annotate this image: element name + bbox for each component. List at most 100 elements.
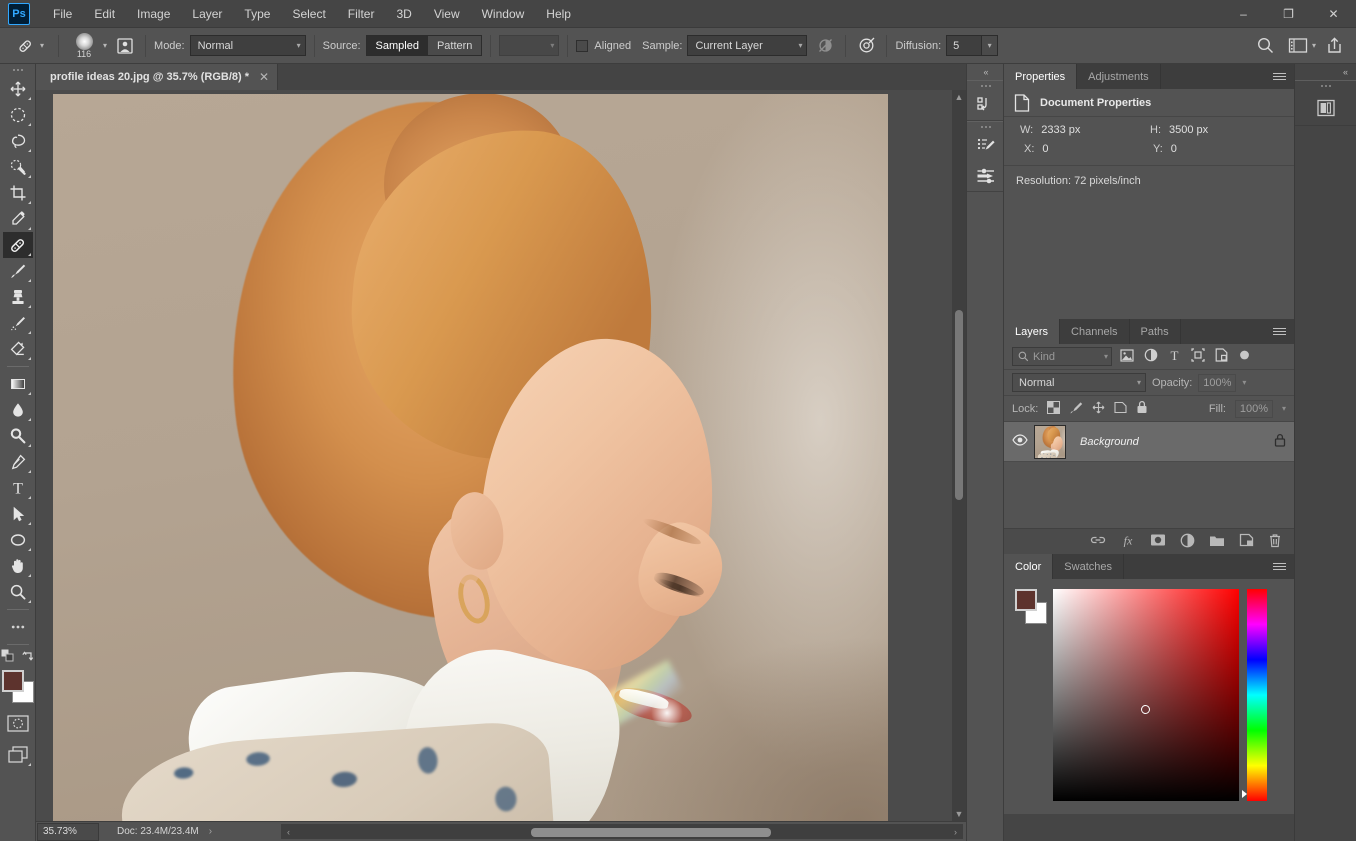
layers-empty-area[interactable]: [1004, 462, 1294, 528]
new-group-icon[interactable]: [1209, 534, 1225, 550]
scroll-down-icon[interactable]: ▼: [952, 807, 966, 821]
close-icon[interactable]: ✕: [259, 70, 269, 84]
tab-swatches[interactable]: Swatches: [1053, 554, 1124, 579]
color-foreground-swatch[interactable]: [1015, 589, 1037, 611]
layer-filter-kind-select[interactable]: Kind ▾: [1012, 347, 1112, 366]
lock-transparent-pixels-icon[interactable]: [1047, 400, 1061, 417]
gradient-tool[interactable]: [3, 371, 33, 397]
blend-mode-select[interactable]: Normal ▾: [1012, 373, 1146, 392]
clone-stamp-tool[interactable]: [3, 284, 33, 310]
zoom-tool[interactable]: [3, 579, 33, 605]
blur-tool[interactable]: [3, 397, 33, 423]
menu-item-layer[interactable]: Layer: [181, 0, 233, 28]
crop-tool[interactable]: [3, 180, 33, 206]
delete-layer-icon[interactable]: [1268, 533, 1282, 551]
layer-style-fx-icon[interactable]: fx: [1120, 533, 1136, 550]
brush-panel-toggle-icon[interactable]: [113, 34, 137, 58]
menu-item-window[interactable]: Window: [471, 0, 536, 28]
brush-settings-icon[interactable]: [967, 131, 1005, 161]
aligned-checkbox[interactable]: [576, 39, 589, 52]
pressure-for-size-icon[interactable]: [854, 34, 878, 58]
tab-channels[interactable]: Channels: [1060, 319, 1130, 344]
mini-dock-grip-2[interactable]: [967, 122, 1005, 131]
tab-properties[interactable]: Properties: [1004, 64, 1078, 89]
ellipse-tool[interactable]: [3, 527, 33, 553]
scroll-right-icon[interactable]: ›: [948, 824, 963, 839]
filter-type-icon[interactable]: T: [1168, 348, 1181, 365]
healing-brush-icon[interactable]: [12, 34, 38, 58]
width-value[interactable]: 2333 px: [1041, 124, 1080, 136]
filter-toggle-icon[interactable]: [1238, 349, 1251, 365]
diffusion-input[interactable]: 5: [946, 35, 983, 56]
source-option-sampled[interactable]: Sampled: [366, 36, 428, 55]
type-tool[interactable]: T: [3, 475, 33, 501]
menu-item-help[interactable]: Help: [535, 0, 582, 28]
lock-image-pixels-icon[interactable]: [1069, 401, 1083, 417]
far-dock-grip[interactable]: [1295, 81, 1356, 91]
healing-brush-tool[interactable]: [2, 232, 33, 258]
layer-name[interactable]: Background: [1080, 436, 1139, 448]
fill-chevron-icon[interactable]: ▾: [1282, 404, 1286, 413]
scroll-left-icon[interactable]: ‹: [281, 824, 296, 839]
history-brush-tool[interactable]: [3, 310, 33, 336]
diffusion-stepper[interactable]: ▾: [982, 35, 999, 56]
menu-item-view[interactable]: View: [423, 0, 471, 28]
add-layer-mask-icon[interactable]: [1150, 533, 1166, 550]
document-tab[interactable]: profile ideas 20.jpg @ 35.7% (RGB/8) * ✕: [36, 64, 279, 90]
source-option-pattern[interactable]: Pattern: [427, 36, 482, 55]
default-colors-icon[interactable]: [1, 649, 14, 665]
tool-preset-chevron-icon[interactable]: ▾: [40, 41, 44, 50]
close-button[interactable]: ✕: [1311, 0, 1356, 28]
dodge-tool[interactable]: [3, 423, 33, 449]
hue-slider[interactable]: [1242, 589, 1267, 801]
layer-thumbnail[interactable]: [1034, 424, 1066, 459]
foreground-color-swatch[interactable]: [1, 670, 24, 692]
workspace-icon[interactable]: [1286, 34, 1310, 58]
menu-item-filter[interactable]: Filter: [337, 0, 386, 28]
hue-slider-marker[interactable]: [1242, 790, 1247, 798]
tab-layers[interactable]: Layers: [1004, 319, 1061, 344]
vertical-scroll-thumb[interactable]: [955, 310, 963, 500]
new-fill-adjustment-icon[interactable]: [1180, 533, 1195, 551]
link-layers-icon[interactable]: [1090, 534, 1106, 549]
horizontal-scroll-thumb[interactable]: [531, 828, 771, 837]
filter-pixel-icon[interactable]: [1120, 348, 1134, 365]
zoom-level-field[interactable]: 35.73%: [37, 822, 99, 841]
x-value[interactable]: 0: [1042, 143, 1048, 155]
far-dock-collapse-icon[interactable]: «: [1295, 64, 1356, 80]
vertical-scrollbar[interactable]: ▲ ▼: [952, 90, 966, 821]
opacity-value[interactable]: 100%: [1198, 373, 1237, 392]
tab-paths[interactable]: Paths: [1129, 319, 1181, 344]
maximize-button[interactable]: ❐: [1266, 0, 1311, 28]
scroll-up-icon[interactable]: ▲: [952, 90, 966, 104]
table-row[interactable]: Background: [1004, 422, 1294, 462]
brush-tool[interactable]: [3, 258, 33, 284]
canvas-area[interactable]: ▲ ▼: [36, 90, 966, 821]
horizontal-scrollbar[interactable]: ‹ ›: [281, 824, 963, 839]
sample-select[interactable]: Current Layer ▾: [687, 35, 808, 56]
mini-dock-grip-1[interactable]: [967, 81, 1005, 90]
ignore-adjustment-layers-icon[interactable]: [813, 34, 837, 58]
toolbar-grip[interactable]: [0, 64, 35, 76]
swap-colors-icon[interactable]: [21, 649, 35, 665]
fill-value[interactable]: 100%: [1234, 399, 1273, 418]
y-value[interactable]: 0: [1171, 143, 1177, 155]
quick-mask-button[interactable]: [3, 710, 33, 736]
status-chevron-icon[interactable]: ›: [209, 826, 212, 837]
filter-adjustment-icon[interactable]: [1144, 348, 1158, 365]
search-icon[interactable]: [1254, 34, 1278, 58]
screen-mode-button[interactable]: [3, 742, 33, 768]
color-picker-field[interactable]: [1053, 589, 1239, 801]
share-icon[interactable]: [1322, 34, 1346, 58]
move-tool[interactable]: [3, 76, 33, 102]
hand-tool[interactable]: [3, 553, 33, 579]
height-value[interactable]: 3500 px: [1169, 124, 1208, 136]
resolution-value[interactable]: Resolution: 72 pixels/inch: [1004, 166, 1294, 187]
properties-panel-menu-icon[interactable]: [1273, 64, 1286, 89]
menu-item-type[interactable]: Type: [233, 0, 281, 28]
lock-artboard-icon[interactable]: [1114, 401, 1127, 417]
tab-color[interactable]: Color: [1004, 554, 1054, 579]
layers-panel-menu-icon[interactable]: [1273, 319, 1286, 344]
layer-visibility-icon[interactable]: [1012, 434, 1028, 449]
eraser-tool[interactable]: [3, 336, 33, 362]
